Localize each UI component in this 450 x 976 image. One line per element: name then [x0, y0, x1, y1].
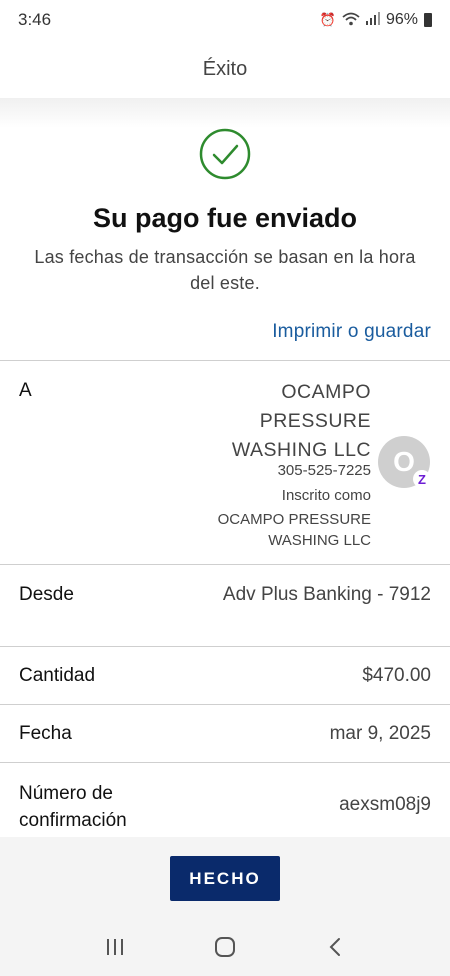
divider	[0, 762, 450, 763]
date-label: Fecha	[19, 723, 72, 744]
done-button[interactable]: HECHO	[170, 856, 280, 901]
payee-phone: 305-525-7225	[277, 462, 371, 479]
print-or-save-link[interactable]: Imprimir o guardar	[272, 321, 431, 343]
enrolled-as-label: Inscrito como	[281, 487, 371, 504]
zelle-badge-icon: Z	[413, 470, 431, 488]
signal-icon	[365, 12, 380, 28]
home-icon[interactable]	[205, 927, 245, 967]
status-time: 3:46	[18, 10, 52, 29]
alarm-icon: ⏰	[319, 12, 336, 27]
to-label: A	[19, 380, 32, 401]
status-bar: 3:46 ⏰ 96%	[0, 0, 450, 40]
header-shadow	[0, 98, 450, 128]
back-icon[interactable]	[315, 927, 355, 967]
battery-icon	[424, 13, 432, 27]
enrolled-name: OCAMPO PRESSURE WASHING LLC	[217, 511, 371, 549]
check-circle-icon	[199, 128, 251, 180]
divider	[0, 646, 450, 647]
system-nav-bar	[0, 917, 450, 976]
battery-percent: 96%	[385, 11, 418, 28]
wifi-icon	[342, 12, 360, 29]
page-title: Éxito	[202, 57, 248, 80]
recent-apps-icon[interactable]	[95, 927, 135, 967]
success-subtitle: Las fechas de transacción se basan en la…	[34, 247, 416, 293]
amount-value: $470.00	[362, 665, 431, 686]
confirmation-label: Número de confirmación	[19, 783, 127, 831]
divider	[0, 564, 450, 565]
divider	[0, 360, 450, 361]
amount-label: Cantidad	[19, 665, 96, 686]
payee-name: OCAMPO PRESSURE WASHING LLC	[231, 381, 371, 461]
confirmation-value: aexsm08j9	[339, 794, 431, 815]
from-label: Desde	[19, 584, 74, 605]
from-value: Adv Plus Banking - 7912	[222, 584, 431, 605]
date-value: mar 9, 2025	[329, 723, 431, 744]
status-icons: ⏰ 96%	[320, 11, 432, 29]
success-title: Su pago fue enviado	[92, 203, 358, 233]
divider	[0, 704, 450, 705]
